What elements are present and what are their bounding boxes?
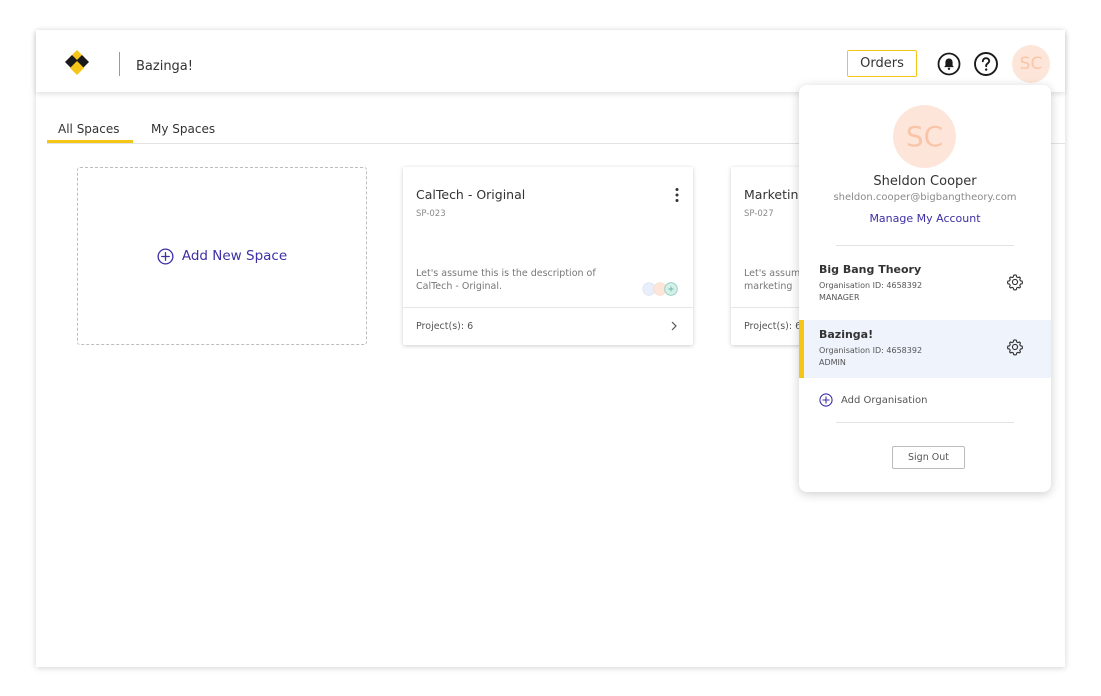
add-organisation-button[interactable]: Add Organisation [819, 392, 927, 408]
space-card-code: SP-027 [744, 209, 774, 219]
gear-icon[interactable] [1006, 273, 1024, 291]
add-new-space-label: Add New Space [181, 248, 288, 264]
space-card-description: Let's assume this is the description of … [416, 268, 596, 292]
org-item-bazinga[interactable]: Bazinga! Organisation ID: 4658392 ADMIN [799, 320, 1051, 378]
gear-icon[interactable] [1006, 338, 1024, 356]
kebab-menu-icon[interactable] [674, 187, 680, 203]
brand-logo-icon[interactable] [62, 48, 92, 78]
account-user-name: Sheldon Cooper [873, 174, 977, 189]
orders-button[interactable]: Orders [847, 50, 917, 77]
account-dropdown: SC Sheldon Cooper sheldon.cooper@bigbang… [799, 85, 1051, 492]
account-user-email: sheldon.cooper@bigbangtheory.com [833, 192, 1017, 203]
dropdown-divider [836, 422, 1014, 423]
org-name: Bazinga! [819, 328, 874, 341]
org-id: Organisation ID: 4658392 [819, 281, 923, 290]
logo-divider [119, 52, 120, 76]
org-role: ADMIN [819, 358, 846, 367]
plus-circle-icon [157, 247, 174, 265]
space-card-code: SP-023 [416, 209, 446, 219]
org-id: Organisation ID: 4658392 [819, 346, 923, 355]
space-card-title: Marketing [744, 187, 807, 202]
current-org-title: Bazinga! [136, 59, 193, 74]
selected-org-indicator [799, 320, 804, 378]
space-card-title: CalTech - Original [416, 187, 526, 202]
account-avatar: SC [893, 105, 956, 168]
chevron-right-icon[interactable] [670, 321, 678, 331]
project-count: Project(s): 6 [744, 321, 802, 332]
bell-icon[interactable] [937, 52, 961, 76]
space-card[interactable]: CalTech - Original SP-023 Let's assume t… [403, 167, 693, 345]
sign-out-button[interactable]: Sign Out [892, 446, 965, 469]
project-count: Project(s): 6 [416, 321, 474, 332]
member-avatars-icon [642, 282, 678, 296]
help-icon[interactable] [973, 51, 999, 77]
top-bar: Bazinga! Orders SC [36, 30, 1065, 92]
user-avatar[interactable]: SC [1012, 45, 1050, 83]
manage-account-link[interactable]: Manage My Account [799, 212, 1051, 225]
tab-my-spaces[interactable]: My Spaces [151, 122, 215, 136]
space-card-footer: Project(s): 6 [403, 307, 693, 345]
org-role: MANAGER [819, 293, 860, 302]
dropdown-divider [836, 245, 1014, 246]
tab-all-spaces[interactable]: All Spaces [58, 122, 120, 136]
add-organisation-label: Add Organisation [841, 394, 928, 406]
org-item-big-bang-theory[interactable]: Big Bang Theory Organisation ID: 4658392… [799, 255, 1051, 313]
active-tab-indicator [47, 140, 133, 143]
org-name: Big Bang Theory [819, 263, 922, 276]
add-new-space-card[interactable]: Add New Space [77, 167, 367, 345]
plus-circle-icon [819, 393, 833, 407]
